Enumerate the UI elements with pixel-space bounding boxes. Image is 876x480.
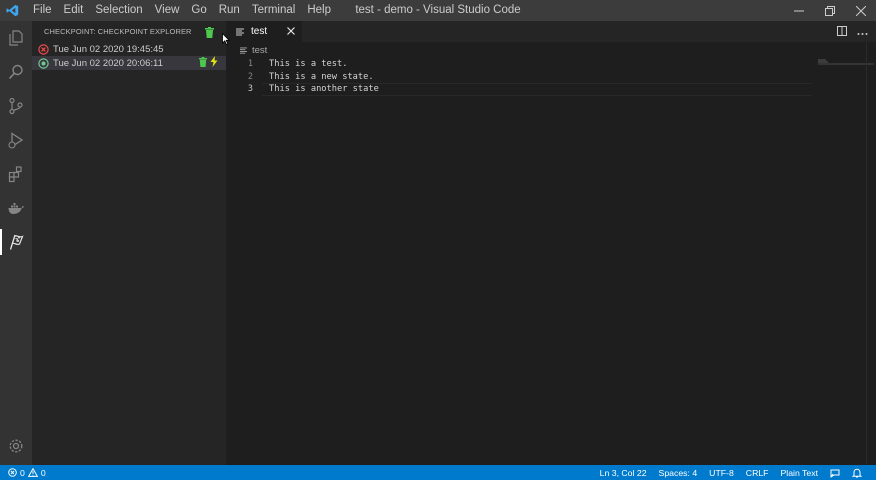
extensions-icon[interactable] [0,157,32,191]
sidebar-header: Checkpoint: Checkpoint Explorer [32,21,226,42]
line-text: This is another state [269,84,379,95]
bell-icon[interactable] [851,465,863,480]
code-line: 2 This is a new state. [226,71,876,84]
file-lines-icon [240,43,247,57]
indentation[interactable]: Spaces: 4 [653,468,704,478]
error-count: 0 [20,467,25,478]
tab-test[interactable]: test [226,21,302,42]
more-actions-icon[interactable] [857,25,868,39]
menu-run[interactable]: Run [213,0,246,21]
line-number: 2 [247,71,253,82]
status-right: Ln 3, Col 22 Spaces: 4 UTF-8 CRLF Plain … [594,465,868,480]
current-status-icon [38,57,49,69]
menu-terminal[interactable]: Terminal [246,0,301,21]
language-mode[interactable]: Plain Text [774,468,824,478]
restore-icon[interactable] [814,0,845,21]
tab-label: test [251,26,268,37]
line-text: This is a new state. [269,71,374,82]
close-icon[interactable] [845,0,876,21]
error-icon [8,466,17,480]
tabs-bar: test [226,21,876,42]
cursor-position[interactable]: Ln 3, Col 22 [594,468,653,478]
gear-icon[interactable] [0,429,32,463]
minimap[interactable] [814,58,874,98]
breadcrumb: test [226,42,876,58]
source-control-icon[interactable] [0,89,32,123]
checkpoint-item-selected[interactable]: Tue Jun 02 2020 20:06:11 [32,56,226,70]
checkpoint-explorer: Checkpoint: Checkpoint Explorer Tue Jun … [32,21,226,465]
close-icon[interactable] [285,25,297,37]
warning-icon [27,466,39,480]
trash-icon[interactable] [202,24,216,40]
docker-icon[interactable] [0,191,32,225]
editor-actions [837,21,868,42]
run-debug-icon[interactable] [0,123,32,157]
title-bar: File Edit Selection View Go Run Terminal… [0,0,876,21]
menu-help[interactable]: Help [301,0,337,21]
restore-lightning-icon[interactable] [210,56,218,70]
end-of-line[interactable]: CRLF [740,468,775,478]
vscode-logo-icon[interactable] [1,0,23,21]
checkpoint-flag-icon[interactable] [0,225,32,259]
file-lines-icon [235,27,245,37]
warning-count: 0 [40,467,46,478]
encoding[interactable]: UTF-8 [703,468,740,478]
mouse-cursor-icon [222,32,231,46]
window-controls [783,0,876,21]
problems-indicator[interactable]: 0 0 [0,466,46,480]
sidebar-title: Checkpoint: Checkpoint Explorer [44,27,192,36]
vertical-scrollbar[interactable] [866,42,876,465]
status-bar: 0 0 Ln 3, Col 22 Spaces: 4 UTF-8 CRLF Pl… [0,465,876,480]
code-line-current: 3 This is another state [226,83,876,96]
code-line: 1 This is a test. [226,58,876,71]
minimize-icon[interactable] [783,0,814,21]
menu-view[interactable]: View [149,0,186,21]
breadcrumb-file[interactable]: test [252,45,267,56]
checkpoint-item[interactable]: Tue Jun 02 2020 19:45:45 [32,42,226,56]
split-editor-icon[interactable] [837,25,847,39]
trash-icon[interactable] [199,56,207,70]
menu-bar: File Edit Selection View Go Run Terminal… [27,0,337,21]
menu-edit[interactable]: Edit [58,0,90,21]
code-editor[interactable]: 1 This is a test. 2 This is a new state.… [226,58,876,96]
feedback-icon[interactable] [829,465,841,480]
checkpoint-label: Tue Jun 02 2020 19:45:45 [53,43,164,55]
search-icon[interactable] [0,55,32,89]
menu-selection[interactable]: Selection [89,0,148,21]
line-number: 3 [247,84,253,95]
checkpoint-label: Tue Jun 02 2020 20:06:11 [53,57,163,69]
deleted-status-icon [38,43,49,55]
menu-go[interactable]: Go [185,0,212,21]
line-text: This is a test. [269,59,348,70]
checkpoint-actions [199,56,218,70]
menu-file[interactable]: File [27,0,58,21]
editor-area: test test 1 This is a test. 2 This is a … [226,21,876,465]
explorer-icon[interactable] [0,21,32,55]
line-number: 1 [247,59,253,70]
activity-bar [0,21,32,465]
